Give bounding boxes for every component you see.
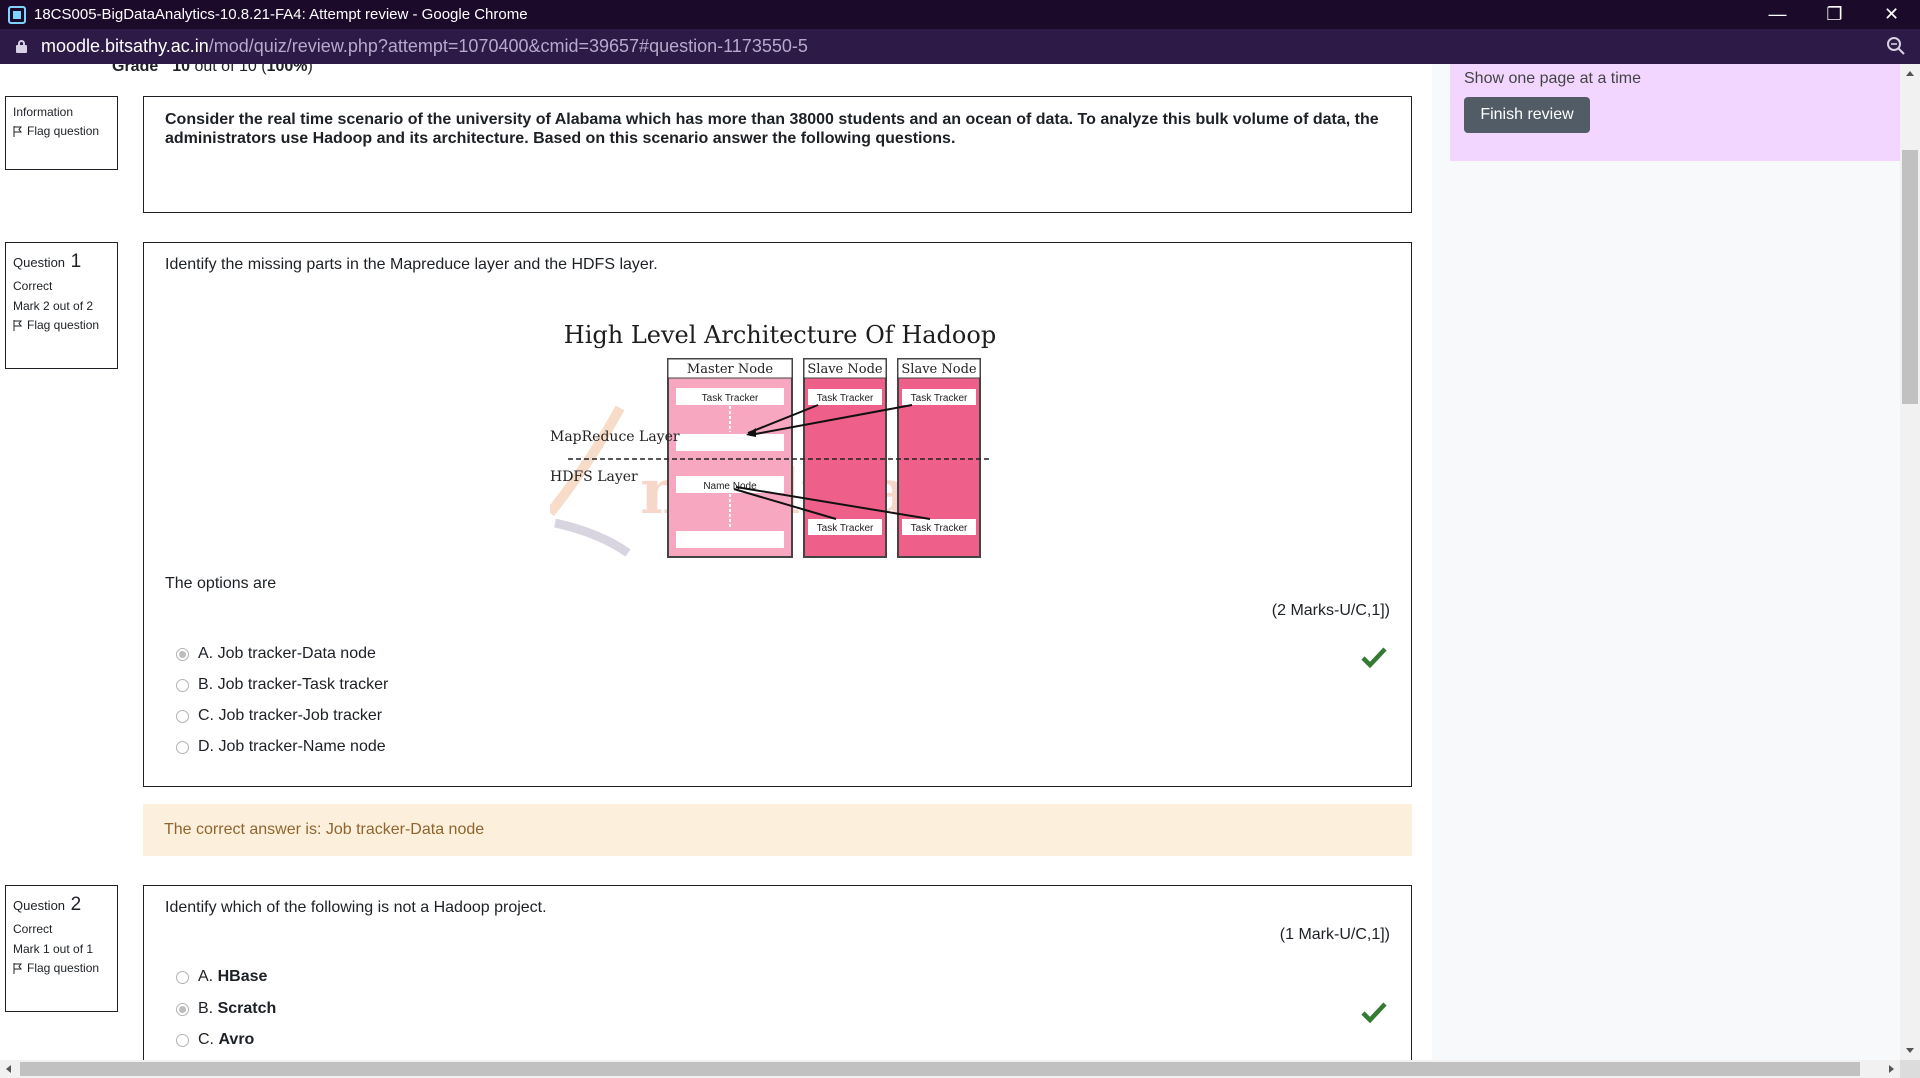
master-task-tracker-label: Task Tracker <box>702 393 759 404</box>
question-2-flag-link[interactable]: Flag question <box>13 962 110 975</box>
window-title: 18CS005-BigDataAnalytics-10.8.21-FA4: At… <box>34 6 528 23</box>
radio-button[interactable] <box>176 1002 189 1016</box>
information-text: Consider the real time scenario of the u… <box>165 111 1379 147</box>
flag-icon[interactable] <box>13 126 23 137</box>
address-bar[interactable]: moodle.bitsathy.ac.in/mod/quiz/review.ph… <box>0 29 1920 64</box>
information-label: Information <box>13 105 74 119</box>
scroll-down-icon[interactable] <box>1906 1048 1914 1053</box>
slave1-task-tracker-top-label: Task Tracker <box>817 393 874 404</box>
grade-row: Grade 10 out of 10 (100%) <box>112 64 313 76</box>
question-1-content-box: Identify the missing parts in the Mapred… <box>143 242 1412 787</box>
scroll-right-icon[interactable] <box>1889 1065 1894 1073</box>
question-2-marks: (1 Mark-U/C,1]) <box>1279 926 1390 943</box>
app-icon <box>8 5 26 24</box>
name-node-label: Name Node <box>703 481 757 492</box>
radio-button[interactable] <box>176 647 189 661</box>
vertical-scrollbar[interactable] <box>1900 64 1920 1060</box>
radio-button[interactable] <box>176 740 189 754</box>
radio-button[interactable] <box>176 1033 189 1047</box>
question-1-state: Correct <box>13 279 53 293</box>
flag-question-link[interactable]: Flag question <box>13 125 110 138</box>
hdfs-missing-box <box>676 531 784 548</box>
right-sidebar <box>1432 64 1900 1060</box>
hadoop-architecture-image: ntelliPaat High Level Architecture Of Ha… <box>550 321 996 558</box>
lock-icon[interactable] <box>16 40 27 53</box>
flag-icon[interactable] <box>13 963 23 974</box>
close-icon[interactable]: ✕ <box>1863 0 1920 29</box>
radio-button[interactable] <box>176 678 189 692</box>
question-2-option-a[interactable]: A. HBase <box>176 968 267 986</box>
hdfs-layer-label: HDFS Layer <box>550 469 638 485</box>
scrollbar-corner <box>1900 1060 1920 1078</box>
horizontal-scroll-thumb[interactable] <box>20 1062 1860 1076</box>
window-controls: — ❐ ✕ <box>1749 0 1920 29</box>
question-1-number: Question 1 <box>13 251 82 272</box>
question-1-option-a[interactable]: A. Job tracker-Data node <box>176 645 376 663</box>
finish-review-button[interactable]: Finish review <box>1464 97 1590 133</box>
master-node-label: Master Node <box>687 362 774 377</box>
page-viewport: Show one page at a time Finish review Gr… <box>0 64 1920 1078</box>
show-one-page-link[interactable]: Show one page at a time <box>1464 70 1641 88</box>
correct-tick-icon <box>1361 647 1387 668</box>
radio-button[interactable] <box>176 709 189 723</box>
question-1-option-d[interactable]: D. Job tracker-Name node <box>176 738 386 756</box>
question-1-options-intro: The options are <box>165 575 277 592</box>
question-2-option-c[interactable]: C. Avro <box>176 1031 254 1049</box>
question-1-flag-link[interactable]: Flag question <box>13 319 110 332</box>
question-2-option-b[interactable]: B. Scratch <box>176 1000 276 1018</box>
question-1-option-b[interactable]: B. Job tracker-Task tracker <box>176 676 388 694</box>
information-info-box: Information Flag question <box>5 96 118 170</box>
quiz-navigation-block: Show one page at a time Finish review <box>1450 64 1900 161</box>
grade-value: 10 out of 10 (100%) <box>172 64 313 75</box>
watermark-swoosh-gray <box>554 518 631 557</box>
correct-tick-icon <box>1361 1002 1387 1023</box>
horizontal-scrollbar[interactable] <box>0 1060 1900 1078</box>
minimize-icon[interactable]: — <box>1749 0 1806 29</box>
radio-button[interactable] <box>176 970 189 984</box>
question-1-feedback: The correct answer is: Job tracker-Data … <box>143 804 1412 856</box>
url-path[interactable]: /mod/quiz/review.php?attempt=1070400&cmi… <box>209 36 808 57</box>
question-1-info-box: Question 1 Correct Mark 2 out of 2 Flag … <box>5 242 118 369</box>
zoom-icon[interactable] <box>1886 36 1906 56</box>
question-1-text: Identify the missing parts in the Mapred… <box>165 256 658 273</box>
watermark-swoosh <box>550 405 625 517</box>
grade-label: Grade <box>112 64 159 75</box>
question-2-info-box: Question 2 Correct Mark 1 out of 1 Flag … <box>5 885 118 1012</box>
slave2-task-tracker-bottom-label: Task Tracker <box>911 523 968 534</box>
scroll-up-icon[interactable] <box>1906 71 1914 76</box>
mapreduce-layer-label: MapReduce Layer <box>550 429 680 445</box>
scroll-left-icon[interactable] <box>6 1065 11 1073</box>
url-host[interactable]: moodle.bitsathy.ac.in <box>41 36 209 57</box>
question-2-content-box: Identify which of the following is not a… <box>143 885 1412 1078</box>
question-2-number: Question 2 <box>13 894 82 915</box>
restore-icon[interactable]: ❐ <box>1806 0 1863 29</box>
vertical-scroll-thumb[interactable] <box>1902 150 1918 404</box>
question-1-marks: (2 Marks-U/C,1]) <box>1271 602 1390 619</box>
information-content-box: Consider the real time scenario of the u… <box>143 96 1412 213</box>
diagram-title: High Level Architecture Of Hadoop <box>564 321 996 349</box>
browser-titlebar: 18CS005-BigDataAnalytics-10.8.21-FA4: At… <box>0 0 1920 29</box>
question-1-option-c[interactable]: C. Job tracker-Job tracker <box>176 707 382 725</box>
question-2-state: Correct <box>13 922 53 936</box>
slave2-task-tracker-top-label: Task Tracker <box>911 393 968 404</box>
slave-node-1-label: Slave Node <box>807 362 883 377</box>
question-2-text: Identify which of the following is not a… <box>165 899 547 916</box>
flag-icon[interactable] <box>13 320 23 331</box>
slave1-task-tracker-bottom-label: Task Tracker <box>817 523 874 534</box>
question-2-mark: Mark 1 out of 1 <box>13 942 94 956</box>
slave-node-2-label: Slave Node <box>901 362 977 377</box>
mapreduce-missing-box <box>676 434 784 451</box>
question-1-mark: Mark 2 out of 2 <box>13 299 94 313</box>
